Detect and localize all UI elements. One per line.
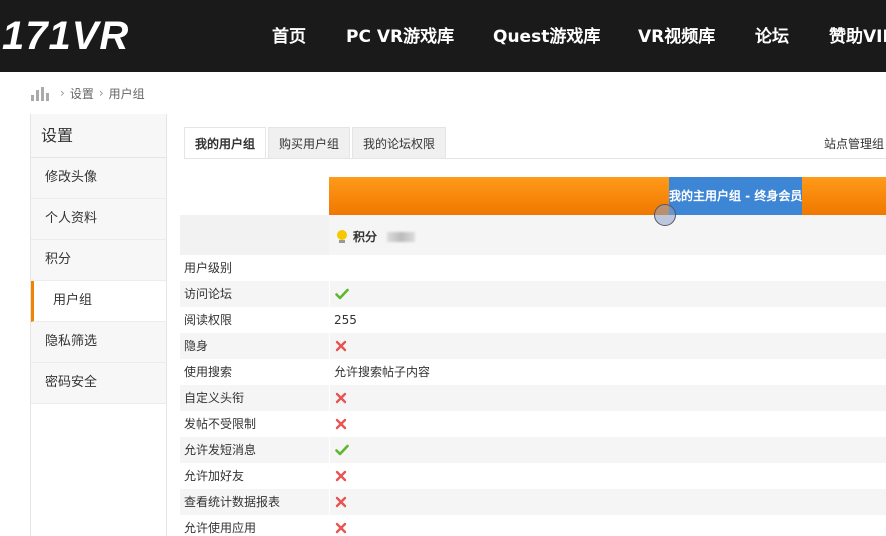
cell-divider bbox=[329, 255, 330, 281]
permission-label: 允许使用应用 bbox=[184, 521, 257, 535]
check-icon bbox=[335, 443, 349, 457]
cursor-indicator bbox=[654, 204, 676, 226]
breadcrumb: › 设置 › 用户组 bbox=[30, 84, 145, 102]
cell-divider bbox=[329, 437, 330, 463]
cross-icon bbox=[335, 470, 347, 482]
table-row: 阅读权限 255 bbox=[180, 307, 886, 333]
stats-bars-icon[interactable] bbox=[30, 85, 50, 101]
check-icon bbox=[335, 287, 349, 301]
permission-value: 255 bbox=[334, 313, 357, 327]
table-row: 隐身 bbox=[180, 333, 886, 359]
table-row: 允许加好友 bbox=[180, 463, 886, 489]
cross-icon bbox=[335, 496, 347, 508]
table-row: 使用搜索 允许搜索帖子内容 bbox=[180, 359, 886, 385]
nav-pc-vr-games[interactable]: PC VR游戏库 bbox=[346, 25, 454, 49]
permission-label: 允许加好友 bbox=[184, 469, 245, 483]
cell-divider bbox=[329, 359, 330, 385]
breadcrumb-separator: › bbox=[60, 86, 65, 100]
permission-value: 允许搜索帖子内容 bbox=[334, 365, 431, 379]
tab-my-usergroup[interactable]: 我的用户组 bbox=[184, 127, 267, 159]
permission-label: 隐身 bbox=[184, 339, 209, 353]
permission-label: 发帖不受限制 bbox=[184, 417, 257, 431]
permission-label: 允许发短消息 bbox=[184, 443, 257, 457]
cell-divider bbox=[329, 307, 330, 333]
sidebar-title: 设置 bbox=[31, 114, 166, 158]
breadcrumb-usergroup: 用户组 bbox=[108, 86, 145, 101]
table-row: 自定义头衔 bbox=[180, 385, 886, 411]
table-row: 允许使用应用 bbox=[180, 515, 886, 536]
cell-divider bbox=[329, 515, 330, 536]
permission-label: 访问论坛 bbox=[184, 287, 233, 301]
sidebar-item-credits[interactable]: 积分 bbox=[31, 240, 166, 281]
score-value-redacted bbox=[387, 231, 416, 242]
nav-sponsor-vip[interactable]: 赞助VIP bbox=[829, 25, 886, 49]
top-navbar: 171VR 首页 PC VR游戏库 Quest游戏库 VR视频库 论坛 赞助VI… bbox=[0, 0, 886, 72]
nav-vr-videos[interactable]: VR视频库 bbox=[638, 25, 715, 49]
sidebar-item-password[interactable]: 密码安全 bbox=[31, 363, 166, 404]
permission-label: 查看统计数据报表 bbox=[184, 495, 281, 509]
sidebar-item-avatar[interactable]: 修改头像 bbox=[31, 158, 166, 199]
sidebar-item-usergroup[interactable]: 用户组 bbox=[31, 281, 166, 322]
group-header-bar bbox=[329, 177, 886, 215]
cell-divider bbox=[329, 463, 330, 489]
table-head-left bbox=[180, 215, 329, 255]
cell-divider bbox=[329, 333, 330, 359]
settings-sidebar: 设置 修改头像 个人资料 积分 用户组 隐私筛选 密码安全 bbox=[30, 114, 167, 536]
permission-label: 用户级别 bbox=[184, 261, 233, 275]
cell-divider bbox=[329, 489, 330, 515]
main-group-header: 我的主用户组 - 终身会员 bbox=[669, 177, 802, 215]
permission-label: 使用搜索 bbox=[184, 365, 233, 379]
cross-icon bbox=[335, 340, 347, 352]
score-cell: 积分 bbox=[336, 228, 416, 245]
cell-divider bbox=[329, 385, 330, 411]
nav-quest-games[interactable]: Quest游戏库 bbox=[493, 25, 600, 49]
site-logo[interactable]: 171VR bbox=[2, 12, 129, 60]
permission-label: 自定义头衔 bbox=[184, 391, 245, 405]
cell-divider bbox=[329, 281, 330, 307]
tab-forum-permissions[interactable]: 我的论坛权限 bbox=[352, 127, 447, 159]
tab-divider bbox=[184, 158, 886, 159]
nav-forum[interactable]: 论坛 bbox=[755, 25, 789, 49]
site-admin-link[interactable]: 站点管理组 bbox=[824, 135, 884, 152]
lightbulb-icon bbox=[336, 229, 348, 244]
cross-icon bbox=[335, 418, 347, 430]
cross-icon bbox=[335, 522, 347, 534]
table-row: 查看统计数据报表 bbox=[180, 489, 886, 515]
nav-home[interactable]: 首页 bbox=[272, 25, 306, 49]
table-row: 访问论坛 bbox=[180, 281, 886, 307]
cross-icon bbox=[335, 392, 347, 404]
table-row: 允许发短消息 bbox=[180, 437, 886, 463]
usergroup-tabs: 我的用户组 购买用户组 我的论坛权限 bbox=[184, 127, 448, 159]
score-label: 积分 bbox=[353, 230, 378, 244]
table-row: 用户级别 bbox=[180, 255, 886, 281]
sidebar-item-profile[interactable]: 个人资料 bbox=[31, 199, 166, 240]
cell-divider bbox=[329, 411, 330, 437]
breadcrumb-settings[interactable]: 设置 bbox=[70, 85, 94, 102]
table-row: 发帖不受限制 bbox=[180, 411, 886, 437]
breadcrumb-separator: › bbox=[98, 86, 104, 100]
sidebar-item-privacy[interactable]: 隐私筛选 bbox=[31, 322, 166, 363]
tab-buy-usergroup[interactable]: 购买用户组 bbox=[268, 127, 351, 159]
permission-label: 阅读权限 bbox=[184, 313, 233, 327]
